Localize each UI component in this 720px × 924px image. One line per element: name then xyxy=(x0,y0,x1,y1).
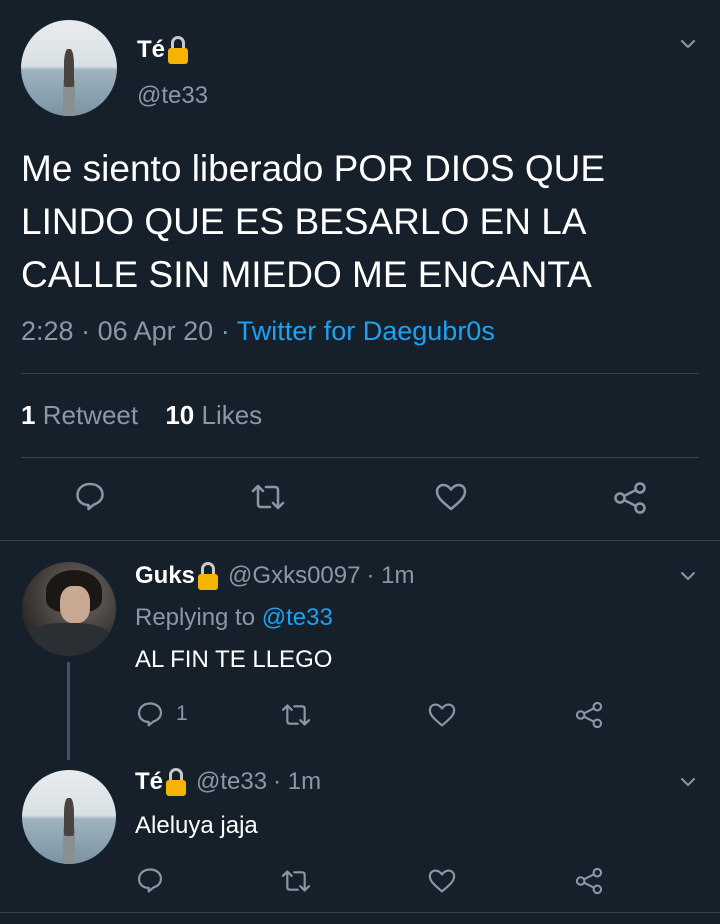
reply-time: · 1m xyxy=(273,768,322,795)
share-icon xyxy=(575,867,603,895)
heart-icon xyxy=(435,483,467,511)
retweet-button[interactable] xyxy=(250,482,286,512)
author-name[interactable]: Té xyxy=(135,768,163,796)
reply-time: · 1m xyxy=(366,562,415,589)
likes-stat[interactable]: 10 Likes xyxy=(165,400,262,430)
share-button[interactable] xyxy=(574,866,604,896)
like-button[interactable] xyxy=(427,868,457,894)
replying-to-line: Replying to @te33 xyxy=(135,604,333,632)
tweet-time: 2:28 xyxy=(21,316,74,346)
tweet-source-link[interactable]: Twitter for Daegubr0s xyxy=(237,316,495,346)
reply-button[interactable] xyxy=(136,866,164,894)
share-button[interactable] xyxy=(574,700,604,730)
protected-lock-icon xyxy=(168,36,189,64)
protected-lock-icon xyxy=(166,768,187,796)
reply-author-line[interactable]: Guks @Gxks0097 · 1m xyxy=(135,562,414,590)
author-handle[interactable]: @te33 xyxy=(137,82,208,110)
protected-lock-icon xyxy=(198,562,219,590)
tweet-detail-page: Té @te33 Me siento liberado POR DIOS QUE… xyxy=(0,0,720,924)
retweets-stat[interactable]: 1 Retweet xyxy=(21,400,138,430)
reply-icon xyxy=(137,868,163,893)
share-button[interactable] xyxy=(612,481,648,515)
like-button[interactable] xyxy=(434,482,468,512)
reply-tweet[interactable]: Té @te33 · 1m Aleluya jaja xyxy=(0,740,720,924)
avatar[interactable] xyxy=(22,770,116,864)
avatar[interactable] xyxy=(21,20,117,116)
chevron-down-icon[interactable] xyxy=(680,774,696,790)
reply-text: Aleluya jaja xyxy=(135,812,258,839)
retweet-button[interactable] xyxy=(280,868,312,894)
reply-author-line[interactable]: Té @te33 · 1m xyxy=(135,768,321,796)
reply-icon xyxy=(76,482,104,511)
likes-label: Likes xyxy=(201,400,263,430)
avatar-person xyxy=(64,48,74,88)
reply-tweet[interactable]: Guks @Gxks0097 · 1m Replying to @te33 AL… xyxy=(0,540,720,760)
heart-icon xyxy=(428,703,456,727)
tweet-text: Me siento liberado POR DIOS QUE LINDO QU… xyxy=(21,148,605,295)
retweets-label: Retweet xyxy=(42,400,139,430)
retweet-button[interactable] xyxy=(280,702,312,728)
meta-separator: · xyxy=(220,316,230,346)
tweet-date: 06 Apr 20 xyxy=(97,316,214,346)
replying-to-link[interactable]: @te33 xyxy=(262,604,333,631)
tweet-stats: 1 Retweet 10 Likes xyxy=(21,400,262,431)
like-button[interactable] xyxy=(427,702,457,728)
avatar[interactable] xyxy=(22,562,116,656)
author-name[interactable]: Guks xyxy=(135,562,195,590)
retweets-count: 1 xyxy=(21,400,36,430)
author-handle[interactable]: @Gxks0097 xyxy=(228,562,360,590)
retweet-icon xyxy=(251,484,285,510)
author-name-line[interactable]: Té xyxy=(137,36,189,64)
reply-button[interactable] xyxy=(74,480,106,512)
reply-icon xyxy=(137,702,163,727)
meta-separator: · xyxy=(81,316,91,346)
author-name[interactable]: Té xyxy=(137,36,165,64)
likes-count: 10 xyxy=(165,400,195,430)
divider xyxy=(0,912,720,913)
reply-count: 1 xyxy=(176,702,188,725)
heart-icon xyxy=(428,869,456,893)
retweet-icon xyxy=(281,870,311,892)
reply-button[interactable]: 1 xyxy=(136,700,188,728)
tweet-meta: 2:28 · 06 Apr 20 · Twitter for Daegubr0s xyxy=(21,316,495,347)
chevron-down-icon[interactable] xyxy=(680,568,696,584)
reply-text: AL FIN TE LLEGO xyxy=(135,646,333,673)
main-tweet: Té @te33 Me siento liberado POR DIOS QUE… xyxy=(0,0,720,541)
share-icon xyxy=(614,482,646,514)
author-handle[interactable]: @te33 xyxy=(196,768,267,796)
divider xyxy=(21,457,699,458)
divider xyxy=(21,373,699,374)
chevron-down-icon[interactable] xyxy=(680,36,696,52)
retweet-icon xyxy=(281,704,311,726)
replying-label: Replying to xyxy=(135,604,256,631)
share-icon xyxy=(575,701,603,729)
